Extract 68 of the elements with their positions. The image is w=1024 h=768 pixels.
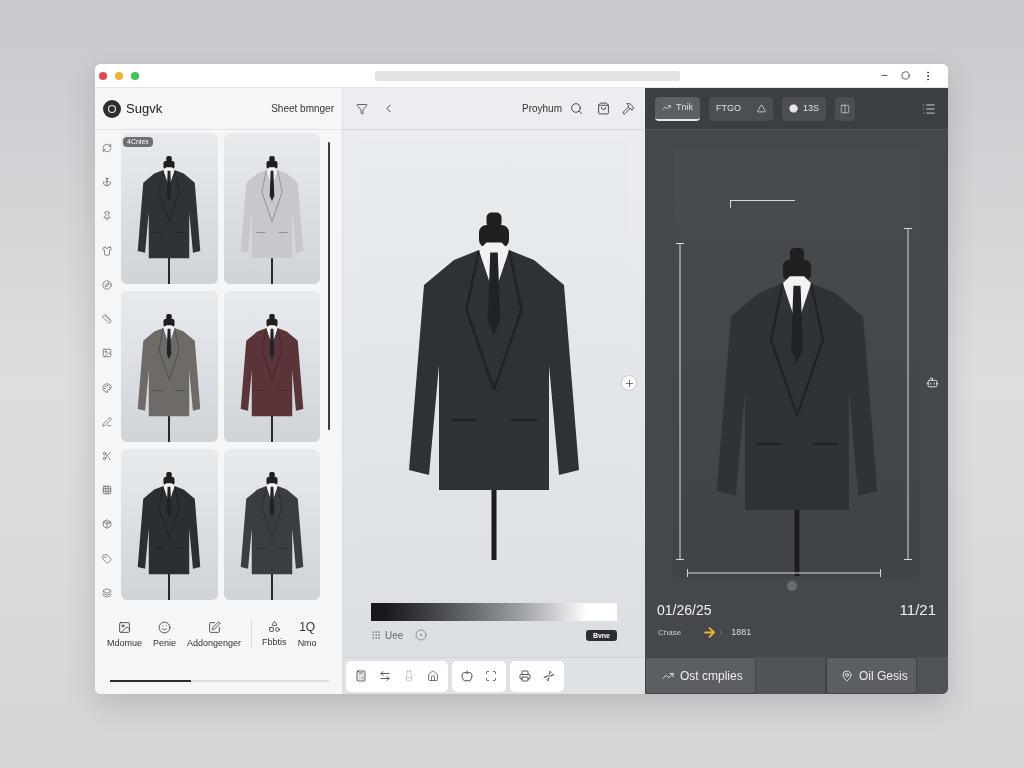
shirt-icon[interactable] [102,245,112,256]
tab[interactable]: 13S [782,96,827,121]
shapes-icon [267,620,281,633]
house-icon[interactable] [427,670,439,682]
image-icon [118,620,131,634]
pin-icon[interactable] [102,211,112,222]
circle-icon[interactable] [901,71,910,80]
pin-icon [841,669,853,682]
toolbar-button[interactable]: Fbbtis [262,620,287,647]
search-icon[interactable] [570,102,583,115]
anchor-icon[interactable] [102,177,112,188]
dot-icon [789,104,798,113]
pen-icon[interactable] [102,416,112,427]
circle-dot-icon[interactable] [415,629,428,641]
action-button[interactable]: Ost cmplies [645,657,756,694]
status-value: 1881 [731,625,752,639]
grip-icon [371,630,381,640]
toolbar-button[interactable]: 1Q Nmo [297,620,317,648]
count-label: 11/21 [899,600,936,620]
printer-icon[interactable] [519,670,531,682]
dimension-line [730,200,795,208]
filter-icon[interactable] [356,102,368,115]
action-button[interactable]: Oil Gesis [826,657,917,694]
edit-icon [207,620,221,634]
close-icon[interactable] [99,71,107,80]
palette-icon[interactable] [102,382,112,393]
maximize-icon[interactable] [131,71,139,80]
sheet-manager-link[interactable]: Sheet bmnger [271,101,334,116]
dot-icon [787,581,797,591]
bag-icon[interactable] [597,102,610,115]
tab[interactable]: FTGO [709,96,773,121]
columns-icon [840,103,851,114]
tab[interactable]: Tnik [655,96,700,121]
dna-icon[interactable] [543,670,555,682]
hammer-icon[interactable] [622,102,635,115]
trend-icon [662,103,671,112]
refresh-icon[interactable] [102,143,112,153]
ruler-icon[interactable] [102,314,112,325]
scissors-icon[interactable] [102,450,112,461]
bot-icon[interactable] [926,376,939,389]
brand-name: Sugvk [126,99,163,118]
triangle-icon [757,104,766,113]
toolbar-button[interactable]: Penie [153,620,177,648]
toolbar-button[interactable]: Mdomue [107,620,142,648]
logo-icon [103,99,121,118]
arrow-icon [702,625,718,640]
image-icon[interactable] [102,348,112,359]
arrows-icon[interactable] [379,670,391,682]
gradient-label: Uee [385,628,404,643]
compass-icon[interactable] [102,279,112,290]
layers-icon[interactable] [102,587,112,598]
package-icon[interactable] [102,519,112,530]
status-label: Chase [658,626,682,639]
tag-icon[interactable] [102,553,112,564]
scrollbar[interactable] [328,142,330,430]
glyph-icon: 1Q [299,620,316,634]
date-label: 01/26/25 [657,601,712,620]
list-icon[interactable] [922,101,936,116]
smile-icon [158,620,172,634]
toolbar-button[interactable]: Addongenger [187,620,242,648]
scan-icon[interactable] [485,670,497,682]
viewer-title: Proyhum [522,102,562,116]
grid-icon[interactable] [102,485,112,496]
calculator-icon[interactable] [355,670,367,682]
add-button[interactable] [621,375,637,391]
plus-icon [623,377,635,389]
apple-icon[interactable] [461,670,473,682]
columns-button[interactable] [835,96,856,121]
